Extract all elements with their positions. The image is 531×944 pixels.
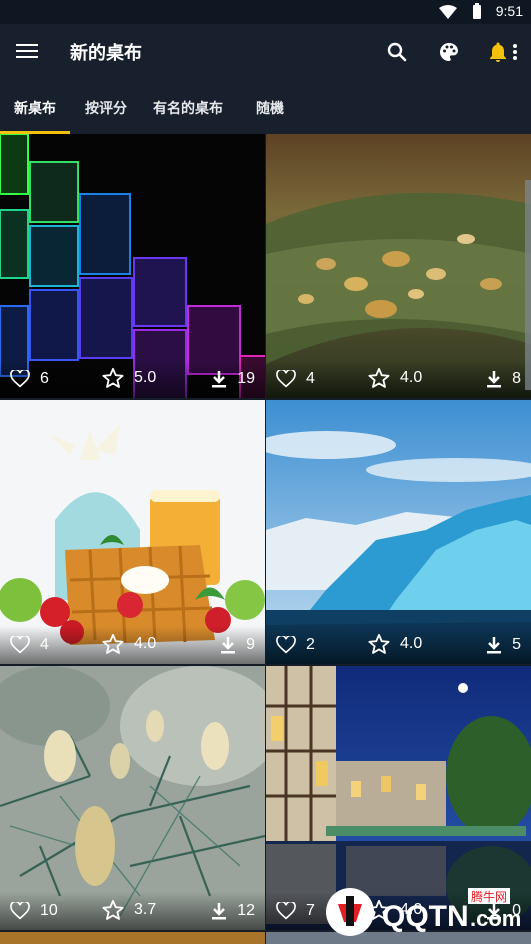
wallpaper-tile-partial[interactable] bbox=[0, 932, 265, 944]
wifi-icon bbox=[439, 5, 457, 19]
wallpaper-grid: 6 5.0 19 4 4.0 8 4 4.0 9 2 4.0 5 10 3.7 … bbox=[0, 134, 531, 944]
palette-icon[interactable] bbox=[437, 40, 461, 64]
wallpaper-image bbox=[266, 400, 531, 664]
download-count: 9 bbox=[246, 636, 255, 653]
app-bar: 新的桌布 bbox=[0, 24, 531, 80]
star-icon bbox=[102, 899, 124, 920]
download-icon bbox=[212, 371, 227, 388]
tab-by-rating[interactable]: 按评分 bbox=[85, 98, 127, 118]
wallpaper-tile[interactable]: 4 4.0 9 bbox=[0, 400, 265, 664]
wallpaper-image bbox=[0, 134, 265, 398]
download-button[interactable]: 12 bbox=[211, 902, 255, 920]
wallpaper-tile[interactable]: 4 4.0 8 bbox=[266, 134, 531, 398]
tile-stats: 4 4.0 9 bbox=[0, 626, 265, 664]
download-count: 12 bbox=[237, 902, 255, 919]
like-button[interactable]: 4 bbox=[10, 636, 49, 654]
star-icon bbox=[368, 367, 390, 388]
heart-icon bbox=[276, 902, 296, 920]
like-button[interactable]: 4 bbox=[276, 370, 315, 388]
download-icon bbox=[487, 637, 502, 654]
download-count: 8 bbox=[512, 370, 521, 387]
rating-button[interactable]: 4.0 bbox=[368, 367, 422, 388]
wallpaper-image bbox=[266, 134, 531, 398]
like-count: 2 bbox=[306, 636, 315, 653]
download-button[interactable]: 5 bbox=[486, 636, 521, 654]
heart-icon bbox=[276, 636, 296, 654]
bell-icon[interactable] bbox=[486, 40, 510, 64]
watermark-domain: .com bbox=[470, 906, 521, 931]
like-count: 4 bbox=[306, 370, 315, 387]
tile-stats: 2 4.0 5 bbox=[266, 626, 531, 664]
menu-icon[interactable] bbox=[16, 41, 38, 63]
more-vert-icon[interactable] bbox=[510, 40, 520, 64]
download-button[interactable]: 19 bbox=[211, 370, 255, 388]
rating-value: 4.0 bbox=[134, 634, 157, 652]
rating-button[interactable]: 3.7 bbox=[102, 899, 156, 920]
like-count: 6 bbox=[40, 370, 49, 387]
star-icon bbox=[102, 367, 124, 388]
like-button[interactable]: 2 bbox=[276, 636, 315, 654]
search-icon[interactable] bbox=[385, 40, 409, 64]
watermark-brand: QQTN bbox=[382, 900, 469, 933]
wallpaper-tile[interactable]: 2 4.0 5 bbox=[266, 400, 531, 664]
status-time: 9:51 bbox=[495, 3, 523, 19]
like-count: 7 bbox=[306, 902, 315, 919]
download-count: 5 bbox=[512, 636, 521, 653]
star-icon bbox=[102, 633, 124, 654]
heart-icon bbox=[276, 370, 296, 388]
rating-value: 4.0 bbox=[400, 368, 423, 386]
like-button[interactable]: 10 bbox=[10, 902, 58, 920]
heart-icon bbox=[10, 636, 30, 654]
like-count: 4 bbox=[40, 636, 49, 653]
like-count: 10 bbox=[40, 902, 58, 919]
tab-new[interactable]: 新桌布 bbox=[14, 98, 56, 118]
download-icon bbox=[212, 903, 227, 920]
tab-random[interactable]: 随機 bbox=[256, 98, 284, 118]
wallpaper-image bbox=[0, 666, 265, 930]
star-icon bbox=[368, 633, 390, 654]
rating-button[interactable]: 5.0 bbox=[102, 367, 156, 388]
rating-button[interactable]: 4.0 bbox=[102, 633, 156, 654]
tile-stats: 4 4.0 8 bbox=[266, 360, 531, 398]
rating-value: 4.0 bbox=[400, 634, 423, 652]
rating-button[interactable]: 4.0 bbox=[368, 633, 422, 654]
tile-stats: 6 5.0 19 bbox=[0, 360, 265, 398]
tab-bar: 新桌布 按评分 有名的桌布 随機 bbox=[0, 80, 531, 134]
download-count: 19 bbox=[237, 370, 255, 387]
watermark-logo: QQTN .com 腾牛网 bbox=[320, 882, 528, 940]
wallpaper-tile[interactable]: 10 3.7 12 bbox=[0, 666, 265, 930]
tile-stats: 10 3.7 12 bbox=[0, 892, 265, 930]
watermark-label: 腾牛网 bbox=[471, 889, 507, 904]
rating-value: 3.7 bbox=[134, 900, 157, 918]
download-button[interactable]: 8 bbox=[486, 370, 521, 388]
scrollbar[interactable] bbox=[525, 180, 531, 390]
heart-icon bbox=[10, 370, 30, 388]
download-icon bbox=[487, 371, 502, 388]
wallpaper-tile[interactable]: 6 5.0 19 bbox=[0, 134, 265, 398]
like-button[interactable]: 6 bbox=[10, 370, 49, 388]
like-button[interactable]: 7 bbox=[276, 902, 315, 920]
download-button[interactable]: 9 bbox=[220, 636, 255, 654]
battery-icon bbox=[473, 3, 481, 19]
rating-value: 5.0 bbox=[134, 368, 157, 386]
wallpaper-image bbox=[0, 400, 265, 664]
status-bar: 9:51 bbox=[0, 0, 531, 24]
page-title: 新的桌布 bbox=[70, 43, 142, 64]
tab-famous[interactable]: 有名的桌布 bbox=[153, 98, 223, 118]
heart-icon bbox=[10, 902, 30, 920]
download-icon bbox=[221, 637, 236, 654]
